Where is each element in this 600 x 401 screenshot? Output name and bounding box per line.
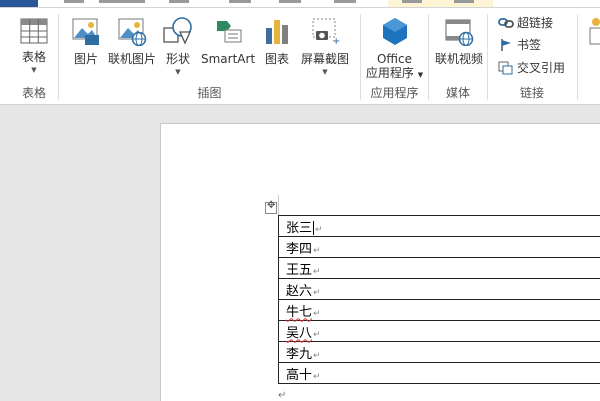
table-row[interactable]: 高十↵ [279,363,600,384]
group-illustrations: 图片 联机图片 形状 ▼ [59,8,360,104]
chart-button[interactable]: 图表 [261,16,293,66]
office-apps-button[interactable]: Office 应用程序 ▼ [361,16,428,82]
cross-reference-icon [498,61,514,75]
text-cursor [313,221,314,235]
svg-text:+: + [332,36,340,46]
cell-end-mark: ↵ [313,309,321,319]
group-label-links: 链接 [488,84,576,101]
table-button[interactable]: 表格 ▼ [14,18,54,75]
table-cell[interactable]: 李九↵ [279,342,600,363]
table-cell[interactable]: 高十↵ [279,363,600,384]
group-label-illustrations: 插图 [59,84,360,101]
ribbon-tab-strip [0,0,600,8]
cell-end-mark: ↵ [313,288,321,298]
chevron-down-icon: ▼ [14,65,54,75]
tab-design[interactable] [165,0,195,7]
shapes-icon [162,16,194,46]
screenshot-button[interactable]: + 屏幕截图 ▼ [299,16,351,77]
group-media: 联机视频 媒体 [429,8,487,104]
cell-end-mark: ↵ [313,330,321,340]
end-paragraph-mark: ↵ [278,390,286,401]
cell-end-mark: ↵ [313,372,321,382]
header-icon [587,16,600,46]
tab-references[interactable] [275,0,305,7]
document-area[interactable]: ✥ 张三↵李四↵王五↵赵六↵牛七↵吴八↵李九↵高十↵ ↵ [0,105,600,400]
table-cell[interactable]: 赵六↵ [279,279,600,300]
table-row[interactable]: 李九↵ [279,342,600,363]
bookmark-flag-icon [498,38,514,52]
picture-icon [71,16,101,46]
group-header-footer-partial [578,8,600,104]
ribbon: 表格 ▼ 表格 图片 联机图片 [0,8,600,105]
table-cell[interactable]: 牛七↵ [279,300,600,321]
document-page[interactable]: ✥ 张三↵李四↵王五↵赵六↵牛七↵吴八↵李九↵高十↵ ↵ [160,123,600,401]
table-cell[interactable]: 李四↵ [279,237,600,258]
picture-button[interactable]: 图片 [67,16,105,66]
table-row[interactable]: 王五↵ [279,258,600,279]
header-button-partial[interactable] [584,16,600,49]
tab-layout[interactable] [225,0,255,7]
online-video-button[interactable]: 联机视频 [431,16,487,66]
table-cell[interactable]: 张三↵ [279,216,600,237]
tab-home[interactable] [60,0,90,7]
cell-text: 吴八 [286,326,312,341]
text-boundary-marker [278,195,279,215]
group-label-media: 媒体 [429,84,487,101]
cell-end-mark: ↵ [313,246,321,256]
chevron-down-icon: ▼ [161,67,195,77]
tab-table-layout[interactable] [450,0,480,7]
smartart-icon [213,16,243,46]
cell-text: 高十 [286,368,312,383]
chevron-down-icon: ▼ [418,71,423,79]
tab-table-design[interactable] [398,0,428,7]
online-picture-icon [117,16,147,46]
table-row[interactable]: 李四↵ [279,237,600,258]
file-tab[interactable] [0,0,38,7]
cell-text: 张三 [286,221,312,236]
move-arrows-icon: ✥ [267,200,275,211]
group-label-apps: 应用程序 [361,84,428,101]
office-store-icon [380,16,410,46]
cell-end-mark: ↵ [313,351,321,361]
bar-chart-icon [263,16,291,46]
table-grid-icon [20,18,48,44]
table-row[interactable]: 吴八↵ [279,321,600,342]
chevron-down-icon: ▼ [299,67,351,77]
online-video-icon [444,16,474,46]
cell-text: 李九 [286,347,312,362]
group-links: 超链接 书签 交叉引用 链接 [488,8,576,104]
online-picture-button[interactable]: 联机图片 [107,16,157,66]
table-move-handle[interactable]: ✥ [265,202,277,214]
tab-insert[interactable] [95,0,150,7]
smartart-button[interactable]: SmartArt [201,16,255,66]
table-row[interactable]: 张三↵ [279,216,600,237]
cell-end-mark: ↵ [315,225,323,235]
cell-text: 李四 [286,242,312,257]
group-apps: Office 应用程序 ▼ 应用程序 [361,8,428,104]
cell-text: 王五 [286,263,312,278]
cell-text: 赵六 [286,284,312,299]
shapes-button[interactable]: 形状 ▼ [161,16,195,77]
cell-text: 牛七 [286,305,312,320]
tab-review[interactable] [330,0,360,7]
table-cell[interactable]: 吴八↵ [279,321,600,342]
link-icon [498,16,514,30]
screenshot-icon: + [310,16,340,46]
names-table[interactable]: 张三↵李四↵王五↵赵六↵牛七↵吴八↵李九↵高十↵ [278,215,600,384]
table-cell[interactable]: 王五↵ [279,258,600,279]
cell-end-mark: ↵ [313,267,321,277]
table-row[interactable]: 牛七↵ [279,300,600,321]
table-row[interactable]: 赵六↵ [279,279,600,300]
